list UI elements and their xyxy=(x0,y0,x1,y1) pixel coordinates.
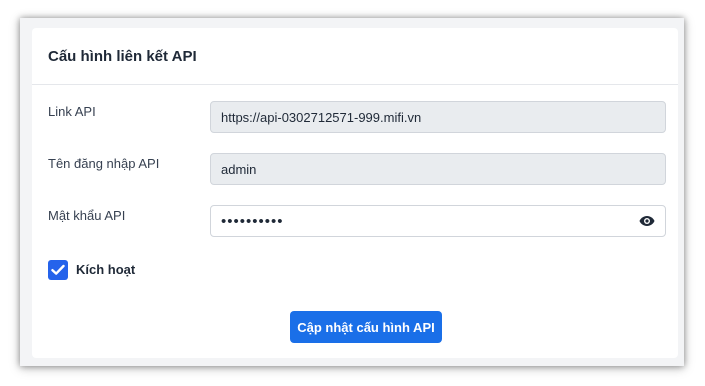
update-api-config-button[interactable]: Cập nhật cấu hình API xyxy=(290,311,442,343)
password-field[interactable]: •••••••••• xyxy=(210,205,666,237)
username-field[interactable]: admin xyxy=(210,153,666,185)
username-label: Tên đăng nhập API xyxy=(48,156,160,171)
password-label: Mật khẩu API xyxy=(48,208,126,223)
link-api-label: Link API xyxy=(48,104,96,119)
api-config-card: Cấu hình liên kết API Link API https://a… xyxy=(32,28,678,358)
activate-checkbox[interactable] xyxy=(48,260,68,280)
eye-icon[interactable] xyxy=(639,214,655,228)
window-frame: Cấu hình liên kết API Link API https://a… xyxy=(20,18,684,366)
card-title: Cấu hình liên kết API xyxy=(48,47,197,65)
activate-label: Kích hoạt xyxy=(76,262,136,277)
password-masked-value: •••••••••• xyxy=(221,212,284,230)
card-header: Cấu hình liên kết API xyxy=(32,28,678,85)
link-api-field[interactable]: https://api-0302712571-999.mifi.vn xyxy=(210,101,666,133)
checkmark-icon xyxy=(51,264,65,275)
